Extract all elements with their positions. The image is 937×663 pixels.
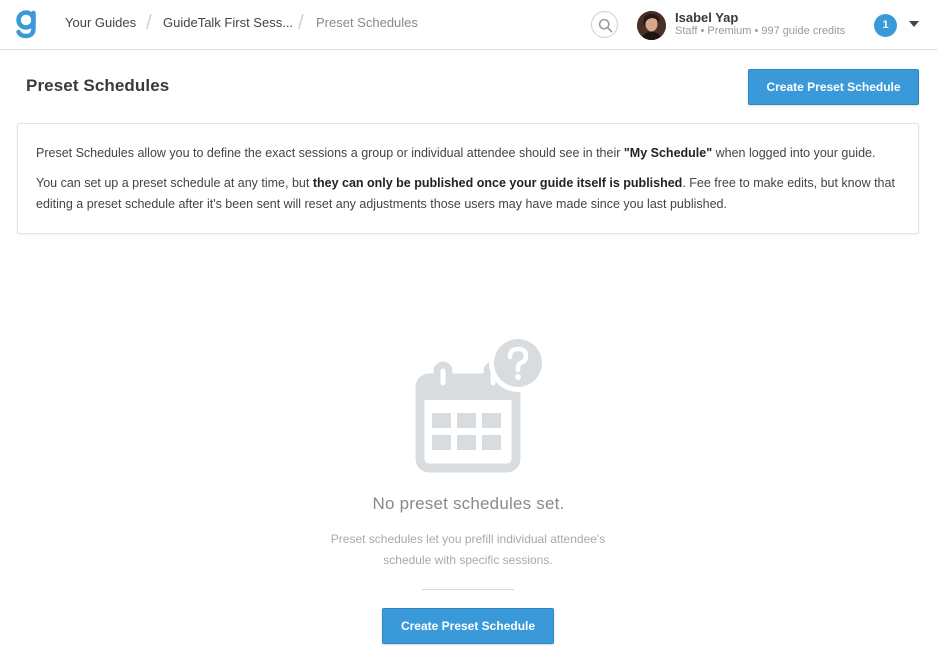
breadcrumb-separator: / [298, 12, 304, 34]
breadcrumb-guide[interactable]: GuideTalk First Sess... [163, 15, 293, 30]
create-preset-schedule-button-empty-state[interactable]: Create Preset Schedule [382, 608, 554, 644]
empty-state-title: No preset schedules set. [372, 494, 565, 513]
user-account-meta: Staff • Premium • 997 guide credits [675, 25, 846, 37]
user-name[interactable]: Isabel Yap [675, 10, 738, 25]
page-title: Preset Schedules [26, 76, 170, 95]
chevron-down-icon[interactable] [909, 21, 919, 27]
search-icon [598, 18, 613, 33]
breadcrumb-separator: / [146, 12, 152, 34]
notification-badge[interactable]: 1 [874, 14, 897, 37]
empty-state-description: Preset schedules let you prefill individ… [330, 532, 606, 567]
calendar-question-icon [415, 334, 547, 473]
user-avatar[interactable] [637, 11, 666, 40]
create-preset-schedule-button[interactable]: Create Preset Schedule [748, 69, 919, 105]
guidebook-logo-icon[interactable] [15, 9, 39, 39]
top-navigation-bar: Your Guides / GuideTalk First Sess... / … [0, 0, 937, 50]
divider [422, 589, 514, 590]
breadcrumb-current-page: Preset Schedules [316, 15, 418, 30]
info-paragraph: Preset Schedules allow you to define the… [36, 146, 876, 160]
info-panel: Preset Schedules allow you to define the… [17, 123, 919, 234]
search-button[interactable] [591, 11, 618, 38]
breadcrumb-your-guides[interactable]: Your Guides [65, 15, 136, 30]
info-paragraph: You can set up a preset schedule at any … [36, 176, 895, 211]
